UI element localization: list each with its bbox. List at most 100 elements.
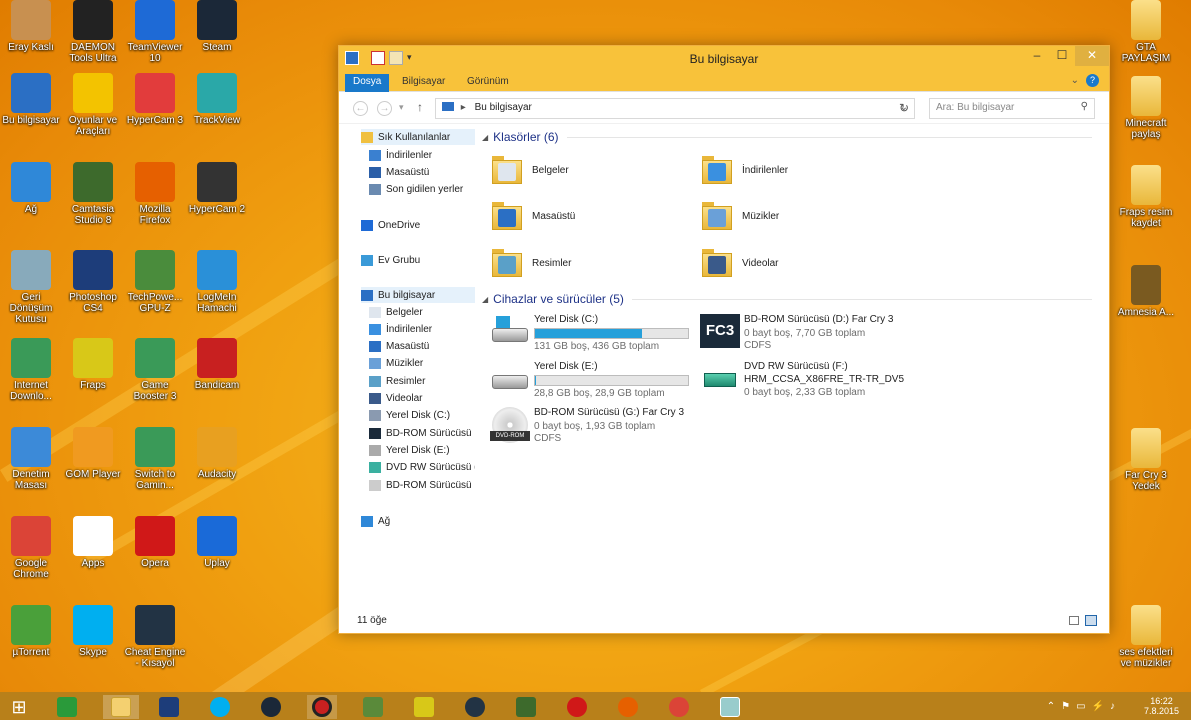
nav-pc-videolar-5[interactable]: Videolar (369, 391, 475, 407)
tab-dosya[interactable]: Dosya (345, 74, 390, 92)
desktop-icon-a[interactable]: Ağ (0, 162, 62, 215)
desktop-icon-switch-to-gamin[interactable]: Switch to Gamin... (124, 427, 186, 491)
desktop-icon-logmein-hamachi[interactable]: LogMeIn Hamachi (186, 250, 248, 314)
taskbar-explorer[interactable] (103, 695, 139, 719)
expand-ribbon-icon[interactable]: ⌄ (1071, 75, 1079, 86)
desktop-icon-techpowe-gpu-z[interactable]: TechPowe... GPU-Z (124, 250, 186, 314)
folder-item[interactable]: Müzikler (700, 200, 779, 232)
nav-homegroup[interactable]: Ev Grubu (361, 252, 475, 268)
desktop-icon-internet-downlo[interactable]: Internet Downlo... (0, 338, 62, 402)
taskbar-opera[interactable] (562, 695, 592, 719)
desktop-icon-steam[interactable]: Steam (186, 0, 248, 53)
maximize-button[interactable]: ☐ (1049, 46, 1075, 66)
desktop-icon-uplay[interactable]: Uplay (186, 516, 248, 569)
desktop-icon-geri-d-n-m-kutusu[interactable]: Geri Dönüşüm Kutusu (0, 250, 62, 325)
nav-pc-bd-rom-s-r-c-s-10[interactable]: BD-ROM Sürücüsü ( (369, 477, 475, 493)
taskbar-cheat-engine[interactable] (460, 695, 490, 719)
search-icon[interactable]: ⚲ (1081, 101, 1088, 112)
back-button[interactable]: ← (353, 101, 368, 116)
taskbar-skype[interactable] (205, 695, 235, 719)
desktop-icon-fraps[interactable]: Fraps (62, 338, 124, 391)
desktop-icon-trackview[interactable]: TrackView (186, 73, 248, 126)
drive-item[interactable]: FC3 BD-ROM Sürücüsü (D:) Far Cry 3 0 bayt … (700, 314, 900, 358)
nav-favorites[interactable]: Sık Kullanılanlar (361, 129, 475, 145)
recent-locations-icon[interactable]: ▾ (399, 102, 404, 113)
breadcrumb[interactable]: Bu bilgisayar (475, 102, 532, 113)
desktop-icon-bandicam[interactable]: Bandicam (186, 338, 248, 391)
desktop-icon-cheat-engine-k-sayol[interactable]: Cheat Engine - Kısayol (124, 605, 186, 669)
desktop-icon-hypercam-3[interactable]: HyperCam 3 (124, 73, 186, 126)
taskbar-photoshop[interactable] (154, 695, 184, 719)
nav-pc-dvd-rw-s-r-c-s-f-9[interactable]: DVD RW Sürücüsü (F (369, 460, 475, 476)
desktop-icon-camtasia-studio-8[interactable]: Camtasia Studio 8 (62, 162, 124, 226)
large-icons-view-icon[interactable] (1085, 615, 1097, 626)
details-view-icon[interactable] (1069, 616, 1079, 625)
nav-quick-son-gidilen-yerler[interactable]: Son gidilen yerler (369, 181, 475, 197)
taskbar-store[interactable] (52, 695, 82, 719)
folder-item[interactable]: Belgeler (490, 154, 569, 186)
address-input[interactable]: ▸ Bu bilgisayar ⌄ (435, 98, 915, 119)
nav-pc-bd-rom-s-r-c-s-7[interactable]: BD-ROM Sürücüsü ( (369, 425, 475, 441)
desktop-icon-oyunlar-ve-ara-lar[interactable]: Oyunlar ve Araçları (62, 73, 124, 137)
search-input[interactable]: Ara: Bu bilgisayar ⚲ (929, 98, 1095, 119)
desktop-icon-game-booster-3[interactable]: Game Booster 3 (124, 338, 186, 402)
minimize-button[interactable]: – (1025, 46, 1049, 66)
nav-pc-m-zikler-3[interactable]: Müzikler (369, 356, 475, 372)
desktop-icon-photoshop-cs4[interactable]: Photoshop CS4 (62, 250, 124, 314)
desktop-icon-mozilla-firefox[interactable]: Mozilla Firefox (124, 162, 186, 226)
folder-item[interactable]: İndirilenler (700, 154, 788, 186)
desktop-icon-eray-kasl[interactable]: Eray Kaslı (0, 0, 62, 53)
nav-pc-yerel-disk-c-6[interactable]: Yerel Disk (C:) (369, 408, 475, 424)
desktop-icon-hypercam-2[interactable]: HyperCam 2 (186, 162, 248, 215)
taskbar-fraps[interactable] (409, 695, 439, 719)
title-bar[interactable]: ▾ Bu bilgisayar – ☐ ✕ (339, 46, 1109, 70)
close-button[interactable]: ✕ (1075, 46, 1109, 66)
drive-item[interactable]: DVD-ROM BD-ROM Sürücüsü (G:) Far Cry 3 0 b… (490, 407, 690, 451)
drive-item[interactable]: DVD RW Sürücüsü (F:) HRM_CCSA_X86FRE_TR-T… (700, 361, 904, 405)
nav-onedrive[interactable]: OneDrive (361, 217, 475, 233)
folder-item[interactable]: Masaüstü (490, 200, 575, 232)
desktop-icon-minecraft-payla[interactable]: Minecraft paylaş (1115, 76, 1177, 140)
nav-quick-masa-st[interactable]: Masaüstü (369, 164, 475, 180)
taskbar-chrome[interactable] (664, 695, 694, 719)
desktop-icon-amnesia-a[interactable]: Amnesia A... (1115, 265, 1177, 318)
clock[interactable]: 16:22 7.8.2015 (1144, 696, 1179, 716)
desktop-icon-audacity[interactable]: Audacity (186, 427, 248, 480)
desktop-icon-torrent[interactable]: µTorrent (0, 605, 62, 658)
desktop-icon-teamviewer-10[interactable]: TeamViewer 10 (124, 0, 186, 64)
taskbar-bandicam[interactable] (307, 695, 337, 719)
forward-button[interactable]: → (377, 101, 392, 116)
nav-pc-resimler-4[interactable]: Resimler (369, 373, 475, 389)
nav-pc-i-ndirilenler-1[interactable]: İndirilenler (369, 321, 475, 337)
desktop-icon-far-cry-3-yedek[interactable]: Far Cry 3 Yedek (1115, 428, 1177, 492)
taskbar-notepad[interactable] (715, 695, 745, 719)
taskbar-firefox[interactable] (613, 695, 643, 719)
start-button[interactable]: ⊞ (4, 695, 34, 719)
taskbar-minecraft[interactable] (358, 695, 388, 719)
desktop-icon-opera[interactable]: Opera (124, 516, 186, 569)
drive-item[interactable]: Yerel Disk (E:) 28,8 GB boş, 28,9 GB topl… (490, 361, 690, 405)
nav-pc-belgeler-0[interactable]: Belgeler (369, 304, 475, 320)
folder-item[interactable]: Videolar (700, 247, 779, 279)
nav-pc-masa-st-2[interactable]: Masaüstü (369, 339, 475, 355)
up-button[interactable]: ↑ (417, 100, 423, 114)
desktop-icon-ses-efektleri-ve-m-zikler[interactable]: ses efektleri ve müzikler (1115, 605, 1177, 669)
nav-pc-yerel-disk-e-8[interactable]: Yerel Disk (E:) (369, 442, 475, 458)
drives-group-header[interactable]: ◢ Cihazlar ve sürücüler (5) (482, 292, 1092, 306)
desktop-icon-fraps-resim-kaydet[interactable]: Fraps resim kaydet (1115, 165, 1177, 229)
nav-network[interactable]: Ağ (361, 513, 475, 529)
desktop-icon-gta-payla-im[interactable]: GTA PAYLAŞIM (1115, 0, 1177, 64)
taskbar-steam[interactable] (256, 695, 286, 719)
folder-item[interactable]: Resimler (490, 247, 571, 279)
desktop-icon-denetim-masas[interactable]: Denetim Masası (0, 427, 62, 491)
desktop-icon-bu-bilgisayar[interactable]: Bu bilgisayar (0, 73, 62, 126)
nav-quick-i-ndirilenler[interactable]: İndirilenler (369, 147, 475, 163)
desktop-icon-daemon-tools-ultra[interactable]: DAEMON Tools Ultra (62, 0, 124, 64)
system-tray[interactable]: ⌃⚑▭⚡♪ (1047, 701, 1121, 712)
taskbar-camtasia[interactable] (511, 695, 541, 719)
help-icon[interactable]: ? (1086, 74, 1099, 87)
nav-thispc[interactable]: Bu bilgisayar (361, 287, 475, 303)
tab-bilgisayar[interactable]: Bilgisayar (394, 74, 453, 92)
desktop-icon-apps[interactable]: Apps (62, 516, 124, 569)
desktop-icon-skype[interactable]: Skype (62, 605, 124, 658)
